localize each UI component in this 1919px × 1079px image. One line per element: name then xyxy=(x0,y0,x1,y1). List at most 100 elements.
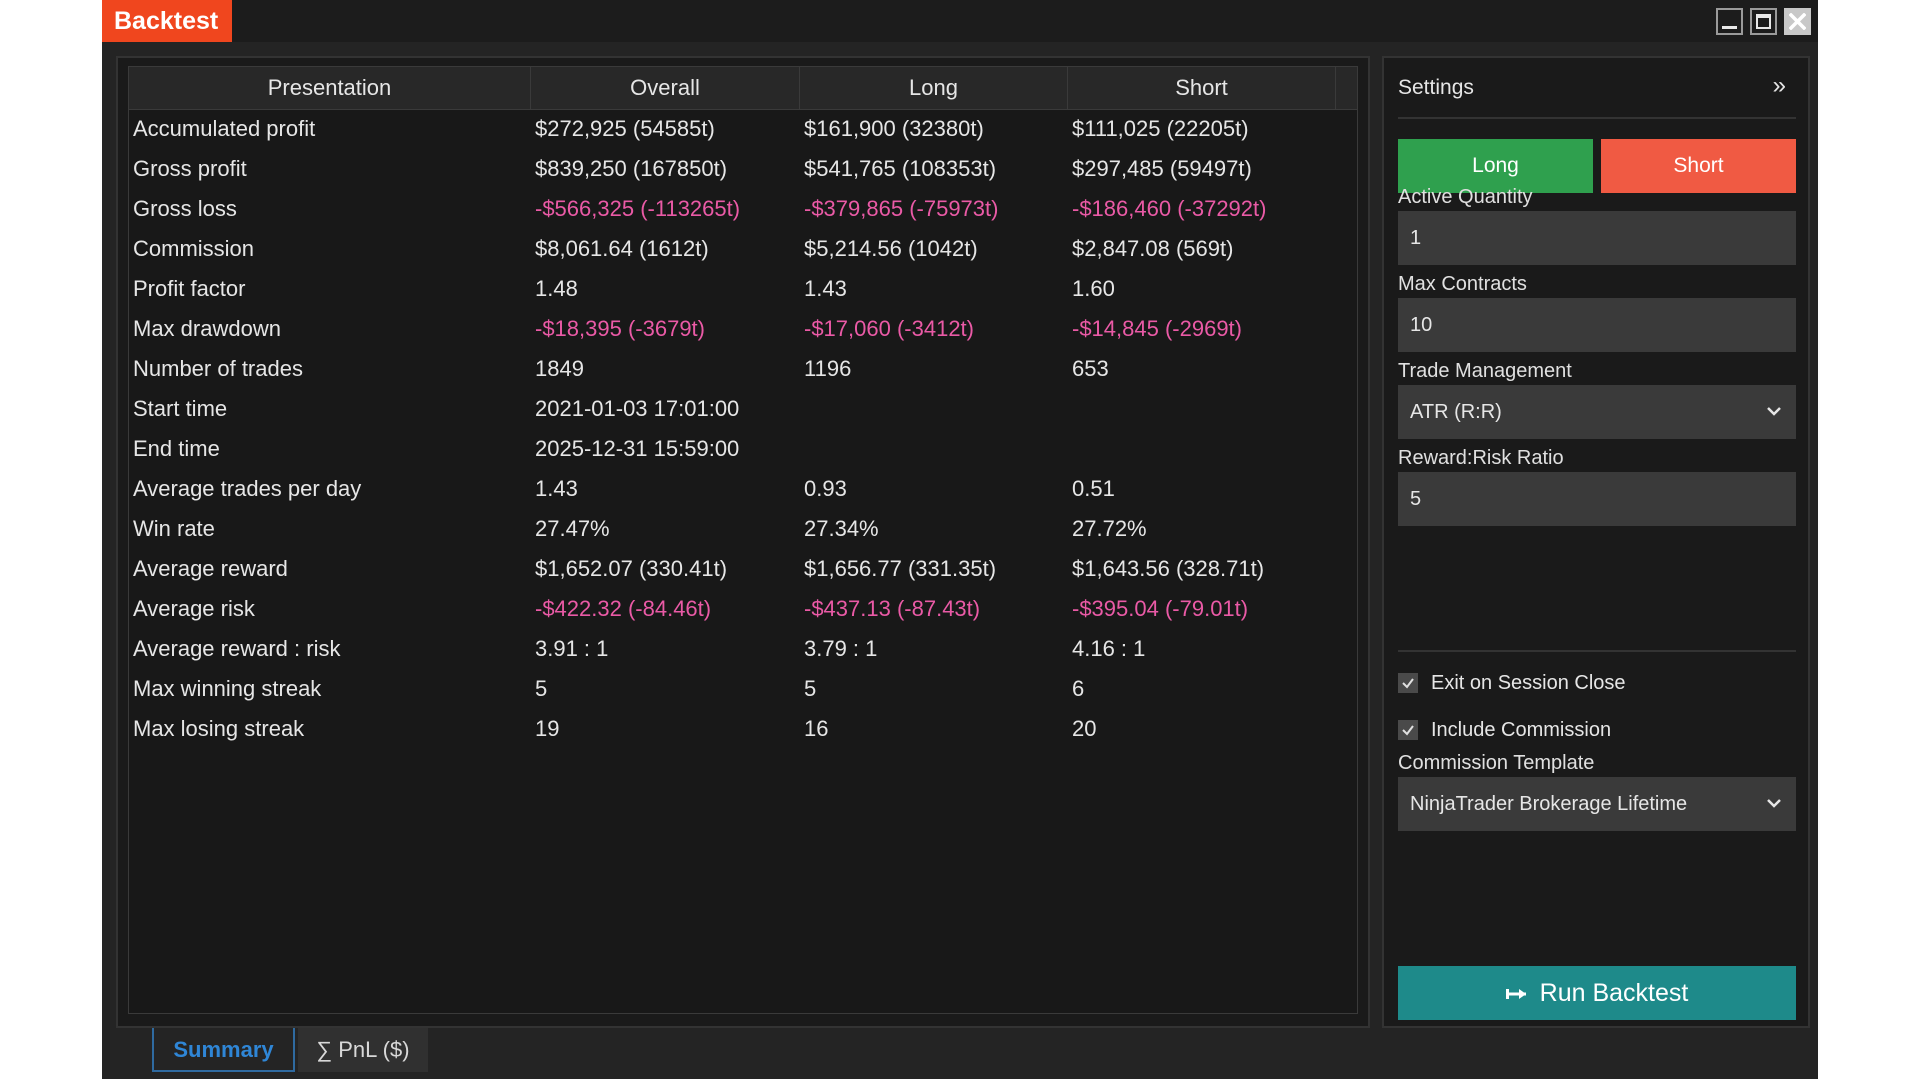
long-value: $541,765 (108353t) xyxy=(804,156,997,181)
commission-template-label: Commission Template xyxy=(1398,752,1595,774)
table-header: Presentation Overall Long Short xyxy=(129,67,1357,110)
overall-value: 5 xyxy=(535,676,548,701)
row-label: Average risk xyxy=(133,596,255,621)
row-label: Max drawdown xyxy=(133,316,281,341)
title-bar: Backtest xyxy=(102,0,1818,42)
reward-risk-input[interactable] xyxy=(1398,472,1796,526)
short-button[interactable]: Short xyxy=(1601,139,1796,193)
short-value: $1,643.56 (328.71t) xyxy=(1072,556,1265,581)
maximize-icon[interactable] xyxy=(1750,8,1777,35)
results-table: Presentation Overall Long Short Accumula… xyxy=(128,66,1358,1014)
short-value: 6 xyxy=(1072,676,1085,701)
row-label: Gross loss xyxy=(133,196,237,221)
short-value: 27.72% xyxy=(1072,516,1147,541)
overall-value: $1,652.07 (330.41t) xyxy=(535,556,728,581)
window-title: Backtest xyxy=(102,0,232,42)
exit-on-close-checkbox[interactable] xyxy=(1398,673,1418,693)
long-value: 1.43 xyxy=(804,276,847,301)
short-value: 653 xyxy=(1072,356,1109,381)
table-row: End time 2025-12-31 15:59:00 xyxy=(129,429,1357,469)
table-row: Average trades per day 1.43 0.93 0.51 xyxy=(129,469,1357,509)
column-header-presentation[interactable]: Presentation xyxy=(129,67,531,109)
table-row: Profit factor 1.48 1.43 1.60 xyxy=(129,269,1357,309)
long-value: $161,900 (32380t) xyxy=(804,116,984,141)
short-value: $297,485 (59497t) xyxy=(1072,156,1252,181)
overall-value: 2025-12-31 15:59:00 xyxy=(535,436,740,461)
run-arrow-icon xyxy=(1505,989,1526,1000)
tab-pnl[interactable]: ∑ PnL ($) xyxy=(298,1028,428,1072)
short-value: -$14,845 (-2969t) xyxy=(1072,316,1242,341)
overall-value: -$422.32 (-84.46t) xyxy=(535,596,712,621)
overall-value: 2021-01-03 17:01:00 xyxy=(535,396,740,421)
include-commission-label: Include Commission xyxy=(1431,719,1612,741)
short-value: 0.51 xyxy=(1072,476,1115,501)
column-header-long[interactable]: Long xyxy=(800,67,1068,109)
overall-value: 3.91 : 1 xyxy=(535,636,609,661)
minimize-icon[interactable] xyxy=(1716,8,1743,35)
run-backtest-button[interactable]: Run Backtest xyxy=(1398,966,1796,1020)
long-value: -$437.13 (-87.43t) xyxy=(804,596,981,621)
overall-value: 1849 xyxy=(535,356,584,381)
table-row: Max drawdown -$18,395 (-3679t) -$17,060 (-… xyxy=(129,309,1357,349)
close-icon[interactable] xyxy=(1784,8,1811,35)
long-value: -$379,865 (-75973t) xyxy=(804,196,999,221)
row-label: Max losing streak xyxy=(133,716,305,741)
check-icon xyxy=(1402,725,1414,736)
overall-value: 19 xyxy=(535,716,560,741)
settings-separator xyxy=(1398,117,1796,119)
run-backtest-label: Run Backtest xyxy=(1539,979,1689,1007)
row-label: Average reward xyxy=(133,556,288,581)
settings-divider xyxy=(1398,650,1796,652)
active-quantity-label: Active Quantity xyxy=(1398,186,1533,208)
results-panel: Presentation Overall Long Short Accumula… xyxy=(116,56,1370,1028)
table-row: Average risk -$422.32 (-84.46t) -$437.13 (… xyxy=(129,589,1357,629)
include-commission-checkbox[interactable] xyxy=(1398,720,1418,740)
table-row: Average reward $1,652.07 (330.41t) $1,656.… xyxy=(129,549,1357,589)
long-value: -$17,060 (-3412t) xyxy=(804,316,974,341)
max-contracts-input[interactable] xyxy=(1398,298,1796,352)
row-label: Commission xyxy=(133,236,255,261)
overall-value: $8,061.64 (1612t) xyxy=(535,236,709,261)
column-header-overall[interactable]: Overall xyxy=(531,67,800,109)
settings-panel: Settings » Long Short Active Quantity Ma… xyxy=(1382,56,1810,1028)
row-label: Win rate xyxy=(133,516,215,541)
row-label: Average reward : risk xyxy=(133,636,341,661)
overall-value: -$566,325 (-113265t) xyxy=(535,196,741,221)
long-value: $1,656.77 (331.35t) xyxy=(804,556,997,581)
table-row: Gross profit $839,250 (167850t) $541,765 (… xyxy=(129,149,1357,189)
column-header-short[interactable]: Short xyxy=(1068,67,1336,109)
double-chevron-right-icon[interactable]: » xyxy=(1773,72,1786,100)
row-label: Profit factor xyxy=(133,276,246,301)
long-value: 0.93 xyxy=(804,476,847,501)
overall-value: $272,925 (54585t) xyxy=(535,116,715,141)
trade-management-value: ATR (R:R) xyxy=(1410,401,1502,423)
short-value: -$186,460 (-37292t) xyxy=(1072,196,1267,221)
table-row: Start time 2021-01-03 17:01:00 xyxy=(129,389,1357,429)
commission-template-select[interactable]: NinjaTrader Brokerage Lifetime xyxy=(1398,777,1796,831)
tab-summary[interactable]: Summary xyxy=(152,1028,295,1072)
long-button[interactable]: Long xyxy=(1398,139,1593,193)
row-label: Average trades per day xyxy=(133,476,362,501)
table-row: Accumulated profit $272,925 (54585t) $161,… xyxy=(129,109,1357,149)
active-quantity-input[interactable] xyxy=(1398,211,1796,265)
row-label: End time xyxy=(133,436,220,461)
row-label: Gross profit xyxy=(133,156,247,181)
max-contracts-label: Max Contracts xyxy=(1398,273,1527,295)
settings-title: Settings xyxy=(1398,76,1474,99)
overall-value: $839,250 (167850t) xyxy=(535,156,728,181)
exit-on-close-label: Exit on Session Close xyxy=(1431,672,1626,694)
trade-management-label: Trade Management xyxy=(1398,360,1572,382)
short-value: $2,847.08 (569t) xyxy=(1072,236,1234,261)
long-value: $5,214.56 (1042t) xyxy=(804,236,978,261)
backtest-window: Backtest Presentation Overall Long Short… xyxy=(102,0,1818,1079)
short-value: 4.16 : 1 xyxy=(1072,636,1146,661)
long-value: 5 xyxy=(804,676,817,701)
overall-value: -$18,395 (-3679t) xyxy=(535,316,705,341)
short-value: $111,025 (22205t) xyxy=(1072,116,1249,141)
short-value: 1.60 xyxy=(1072,276,1115,301)
chevron-down-icon xyxy=(1767,407,1781,416)
trade-management-select[interactable]: ATR (R:R) xyxy=(1398,385,1796,439)
overall-value: 1.48 xyxy=(535,276,578,301)
long-value: 1196 xyxy=(804,356,852,381)
short-value: 20 xyxy=(1072,716,1097,741)
